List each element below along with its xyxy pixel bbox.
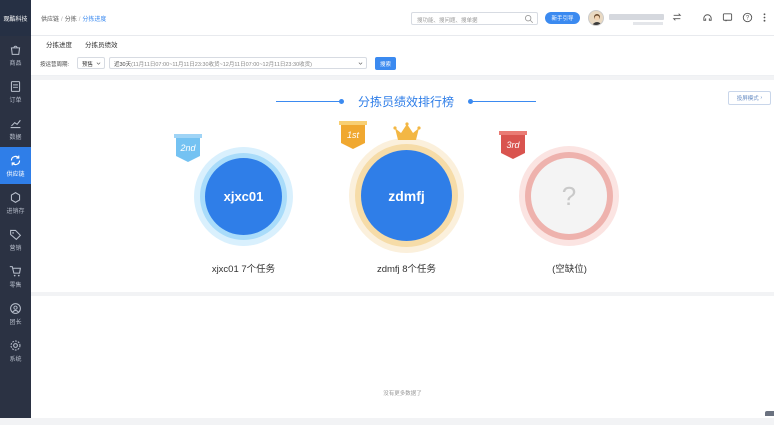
app-root: 观酷科技 商品 订单 数据 供应链 进销存 营销 零售 团长 系统 供应链 / … bbox=[0, 0, 774, 425]
user-icon bbox=[10, 302, 21, 314]
supply-chain-icon bbox=[10, 155, 21, 165]
tag-icon bbox=[10, 229, 22, 240]
mode-select-value: 预售 bbox=[82, 62, 94, 68]
screen-mode-label: 投屏模式 bbox=[736, 96, 759, 102]
cycle-label: 按运营周期: bbox=[40, 62, 70, 68]
tab-bar: 分拣进度 分拣员绩效 bbox=[31, 36, 774, 51]
breadcrumb-current: 分拣进度 bbox=[82, 17, 107, 23]
filter-row: 按运营周期: 预售 近30天(11月11日07:00~11月11日23:30收货… bbox=[31, 51, 774, 76]
sidebar-item-leader[interactable]: 团长 bbox=[0, 295, 31, 332]
second-place-badge: 2nd bbox=[174, 134, 202, 162]
third-place-badge: 3rd bbox=[499, 131, 527, 159]
sidebar-item-inventory[interactable]: 进销存 bbox=[0, 184, 31, 221]
avatar[interactable] bbox=[588, 10, 604, 26]
sidebar-item-data[interactable]: 数据 bbox=[0, 110, 31, 147]
search-input[interactable]: 搜功能、搜问题、搜单据 bbox=[411, 12, 538, 25]
sidebar-item-marketing[interactable]: 营销 bbox=[0, 221, 31, 258]
title-dot-left bbox=[339, 99, 344, 104]
date-range-select[interactable]: 近30天(11月11日07:00~11月11日23:30收货~12月11日07:… bbox=[109, 57, 367, 69]
sidebar-item-label: 供应链 bbox=[6, 171, 25, 178]
sidebar-item-supply-chain[interactable]: 供应链 bbox=[0, 147, 31, 184]
third-caption: (空缺位) bbox=[552, 264, 587, 275]
sidebar-item-label: 系统 bbox=[9, 356, 22, 363]
sidebar-item-label: 数据 bbox=[9, 134, 22, 141]
date-range-main: 近30天 bbox=[114, 62, 132, 68]
order-icon bbox=[10, 80, 21, 92]
first-caption: zdmfj 8个任务 bbox=[376, 264, 437, 275]
top-header: 供应链 / 分拣 / 分拣进度 搜功能、搜问题、搜单据 新手引导 ? bbox=[31, 0, 774, 36]
sidebar-item-label: 营销 bbox=[9, 245, 22, 252]
chevron-right-icon: › bbox=[760, 95, 763, 101]
switch-icon[interactable] bbox=[672, 12, 682, 22]
sidebar-item-label: 订单 bbox=[9, 97, 22, 104]
second-badge-text: 2nd bbox=[179, 143, 196, 153]
avatar-image bbox=[592, 14, 602, 25]
search-icon[interactable] bbox=[524, 14, 534, 24]
screen-mode-button[interactable]: 投屏模式 › bbox=[728, 91, 771, 105]
guide-button[interactable]: 新手引导 bbox=[545, 12, 580, 24]
no-more-data-text: 没有更多数据了 bbox=[383, 391, 422, 397]
help-icon[interactable]: ? bbox=[742, 12, 753, 23]
title-line-left bbox=[276, 101, 341, 102]
sidebar-item-retail[interactable]: 零售 bbox=[0, 258, 31, 295]
ranking-title: 分拣员绩效排行榜 bbox=[357, 95, 454, 109]
ranking-title-group: 分拣员绩效排行榜 bbox=[276, 93, 536, 109]
first-place-badge: 1st bbox=[339, 121, 367, 149]
brand-logo[interactable]: 观酷科技 bbox=[0, 0, 31, 36]
breadcrumb-item[interactable]: 供应链 bbox=[41, 17, 59, 23]
svg-text:?: ? bbox=[746, 16, 750, 22]
inventory-icon bbox=[10, 191, 21, 203]
username-blurred bbox=[609, 14, 664, 20]
first-badge-text: 1st bbox=[347, 130, 360, 140]
search-placeholder: 搜功能、搜问题、搜单据 bbox=[417, 18, 478, 24]
sidebar-item-label: 团长 bbox=[9, 319, 22, 326]
mode-select[interactable]: 预售 bbox=[77, 57, 105, 69]
shopping-bag-icon bbox=[10, 45, 21, 55]
chevron-down-icon bbox=[96, 62, 101, 65]
feedback-tab[interactable] bbox=[765, 411, 774, 416]
breadcrumb: 供应链 / 分拣 / 分拣进度 bbox=[41, 17, 107, 23]
question-mark-icon: ? bbox=[561, 180, 577, 211]
message-icon[interactable] bbox=[722, 12, 733, 23]
sidebar-item-label: 进销存 bbox=[6, 208, 25, 215]
chart-icon bbox=[10, 119, 21, 128]
more-icon[interactable] bbox=[759, 12, 770, 23]
third-badge-text: 3rd bbox=[506, 140, 520, 150]
vacant-avatar: ? bbox=[531, 158, 607, 234]
first-name-circle: zdmfj bbox=[361, 150, 452, 241]
date-range-detail: (11月11日07:00~11月11日23:30收货~12月11日07:00~1… bbox=[131, 62, 312, 68]
sidebar: 观酷科技 商品 订单 数据 供应链 进销存 营销 零售 团长 系统 bbox=[0, 0, 31, 418]
gear-icon bbox=[10, 340, 21, 350]
store-blurred bbox=[633, 22, 663, 25]
search-button[interactable]: 搜索 bbox=[375, 57, 396, 70]
crown-icon bbox=[393, 122, 421, 140]
tab-sort-progress[interactable]: 分拣进度 bbox=[46, 39, 72, 49]
second-name-circle: xjxc01 bbox=[205, 158, 282, 235]
tab-sorter-performance[interactable]: 分拣员绩效 bbox=[85, 39, 118, 49]
sidebar-item-orders[interactable]: 订单 bbox=[0, 73, 31, 110]
cart-icon bbox=[9, 265, 21, 276]
sidebar-item-goods[interactable]: 商品 bbox=[0, 36, 31, 73]
sidebar-item-label: 零售 bbox=[9, 282, 22, 289]
sidebar-item-label: 商品 bbox=[9, 60, 22, 67]
breadcrumb-item[interactable]: 分拣 bbox=[65, 17, 77, 23]
list-area: 没有更多数据了 bbox=[31, 296, 774, 418]
ranking-panel: 分拣员绩效排行榜 投屏模式 › xjxc01 2nd xjxc01 7个任务 z… bbox=[31, 80, 774, 292]
second-caption: xjxc01 7个任务 bbox=[211, 264, 276, 275]
sidebar-item-system[interactable]: 系统 bbox=[0, 332, 31, 369]
chevron-down-icon bbox=[358, 62, 363, 65]
title-line-right bbox=[472, 101, 536, 102]
service-icon[interactable] bbox=[702, 12, 713, 23]
